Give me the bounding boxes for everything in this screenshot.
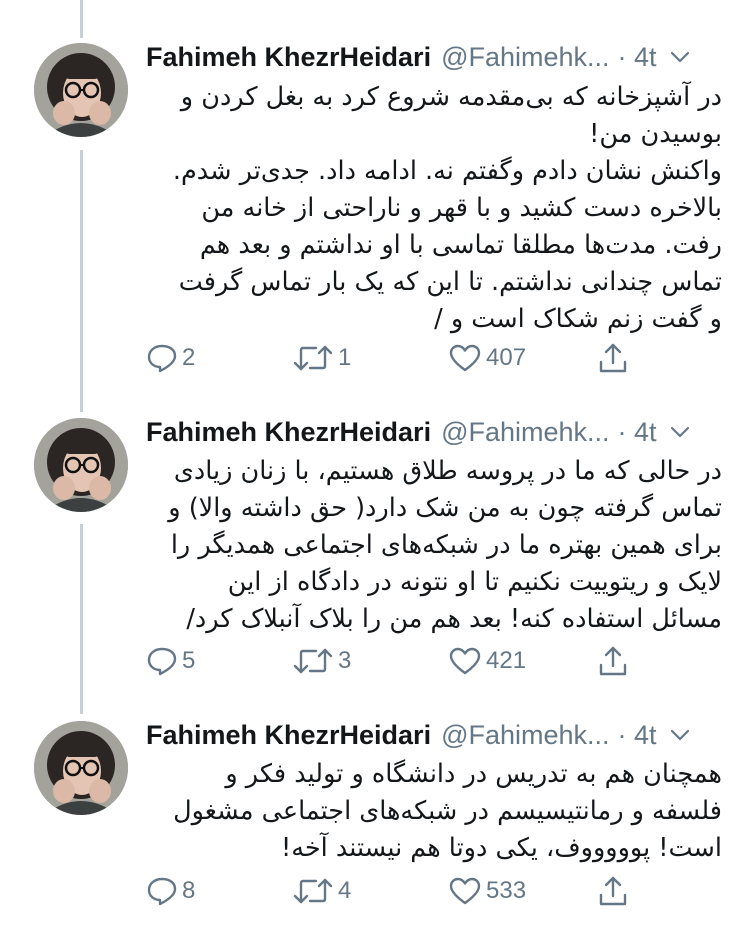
share-button[interactable] xyxy=(598,875,628,907)
tweet-header: Fahimeh KhezrHeidari @Fahimehk... · 4t xyxy=(146,715,728,755)
tweet-text: همچنان هم به تدریس در دانشگاه و تولید فک… xyxy=(146,756,722,867)
tweet-actions: 8 4 533 xyxy=(146,871,636,911)
reply-icon xyxy=(147,877,177,906)
timestamp[interactable]: · 4t xyxy=(618,720,657,751)
tweet-text-line: فلسفه و رمانتیسیسم در شبکه‌های اجتماعی م… xyxy=(173,796,722,826)
reply-count: 8 xyxy=(182,877,196,904)
chevron-down-icon[interactable] xyxy=(669,724,691,746)
tweet-text-line: است! پوووووف، یکی دوتا هم نیستند آخه! xyxy=(281,833,722,863)
reply-button[interactable]: 8 xyxy=(146,876,195,906)
like-count: 533 xyxy=(486,877,527,904)
avatar-image xyxy=(34,721,128,815)
like-button[interactable]: 533 xyxy=(448,876,526,906)
tweet-3[interactable]: Fahimeh KhezrHeidari @Fahimehk... · 4t ه… xyxy=(0,0,750,925)
retweet-icon xyxy=(293,878,333,904)
display-name[interactable]: Fahimeh KhezrHeidari xyxy=(146,720,431,751)
heart-icon xyxy=(449,877,481,905)
user-handle[interactable]: @Fahimehk... xyxy=(441,720,609,751)
retweet-button[interactable]: 4 xyxy=(292,876,351,906)
tweet-text-line: همچنان هم به تدریس در دانشگاه و تولید فک… xyxy=(225,759,722,789)
retweet-count: 4 xyxy=(338,877,352,904)
share-icon xyxy=(599,876,627,906)
avatar[interactable] xyxy=(34,721,128,815)
